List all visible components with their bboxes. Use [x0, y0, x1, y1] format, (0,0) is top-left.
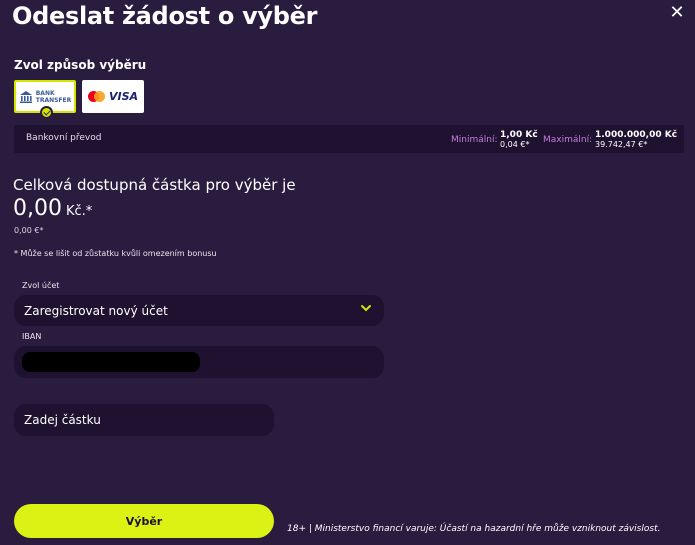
balance-value: 0,00 — [13, 196, 62, 221]
bank-icon — [19, 90, 32, 103]
max-label: Maximální: — [543, 135, 593, 145]
min-label: Minimální: — [451, 135, 498, 145]
dialog-title: Odeslat žádost o výběr — [12, 2, 318, 30]
balance-currency: Kč.* — [65, 204, 93, 219]
method-bank-transfer[interactable]: BANK TRANSFER — [14, 80, 76, 119]
close-icon[interactable]: ✕ — [667, 3, 687, 23]
redacted-iban — [22, 352, 200, 372]
mastercard-icon — [87, 91, 105, 102]
method-name: Bankovní převod — [26, 133, 102, 143]
visa-label: VISA — [108, 90, 139, 103]
method-info-bar: Bankovní převod Minimální: 1,00 Kč 0,04 … — [14, 125, 684, 153]
max-value: 1.000.000,00 Kč 39.742,47 €* — [595, 130, 678, 150]
balance-amount: 0,00 Kč.* — [13, 196, 92, 221]
account-select[interactable]: Zaregistrovat nový účet — [14, 295, 384, 326]
chevron-down-icon — [360, 302, 372, 317]
method-section-label: Zvol způsob výběru — [14, 58, 147, 72]
bonus-note: * Může se lišit od zůstatku kvůli omezen… — [14, 249, 217, 258]
account-label: Zvol účet — [22, 281, 60, 290]
bank-label-line2: TRANSFER — [35, 96, 72, 104]
balance-eur: 0,00 €* — [14, 226, 44, 235]
max-czk: 1.000.000,00 Kč — [595, 130, 678, 140]
amount-input[interactable] — [14, 404, 274, 436]
min-eur: 0,04 €* — [500, 140, 530, 149]
iban-label: IBAN — [22, 332, 42, 341]
withdraw-button[interactable]: Výběr — [14, 504, 274, 538]
max-eur: 39.742,47 €* — [595, 140, 648, 149]
bank-label-line1: BANK — [35, 89, 55, 97]
selected-check-icon — [40, 106, 53, 119]
min-value: 1,00 Kč 0,04 €* — [500, 130, 538, 150]
method-card[interactable]: VISA — [82, 80, 144, 113]
gambling-warning: 18+ | Ministerstvo financí varuje: Účast… — [287, 524, 661, 534]
balance-title: Celková dostupná částka pro výběr je — [13, 176, 296, 194]
min-czk: 1,00 Kč — [500, 130, 538, 140]
account-select-value: Zaregistrovat nový účet — [24, 303, 168, 318]
